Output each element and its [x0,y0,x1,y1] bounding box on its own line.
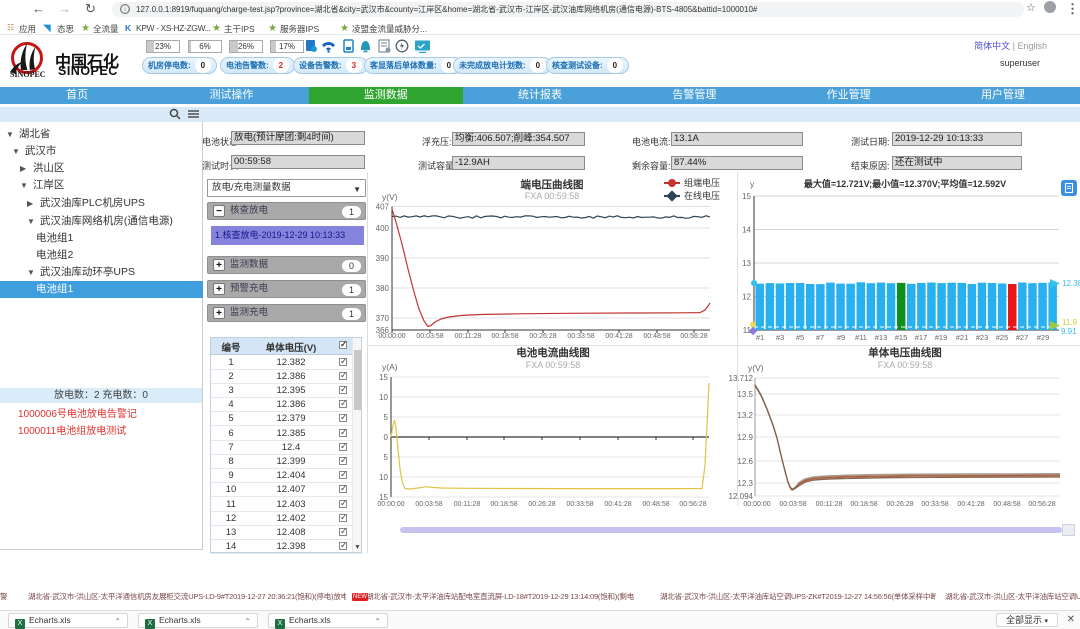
svg-text:最大值=12.721V;最小值=12.370V;平均值=12: 最大值=12.721V;最小值=12.370V;平均值=12.592V [804,178,1006,189]
svg-text:FXA 00:59:58: FXA 00:59:58 [878,360,933,370]
svg-text:5: 5 [384,413,389,422]
svg-text:10: 10 [379,473,388,482]
svg-text:00:56:28: 00:56:28 [679,501,706,508]
svg-text:0: 0 [384,433,389,442]
svg-text:00:11:28: 00:11:28 [816,501,843,508]
svg-text:380: 380 [376,284,390,293]
svg-text:#15: #15 [895,333,908,342]
svg-text:12.3: 12.3 [737,479,753,488]
svg-text:#29: #29 [1037,333,1050,342]
svg-text:407: 407 [376,203,390,212]
svg-text:FXA 00:59:58: FXA 00:59:58 [525,191,580,201]
svg-text:#23: #23 [976,333,989,342]
svg-text:00:18:58: 00:18:58 [491,333,518,340]
svg-text:00:00:00: 00:00:00 [743,501,770,508]
svg-text:在线电压: 在线电压 [684,190,720,201]
svg-text:#13: #13 [875,333,888,342]
svg-text:00:33:58: 00:33:58 [567,333,594,340]
svg-text:#17: #17 [915,333,928,342]
svg-text:00:03:58: 00:03:58 [415,501,442,508]
svg-text:00:48:58: 00:48:58 [642,501,669,508]
svg-text:00:41:28: 00:41:28 [604,501,631,508]
svg-text:#21: #21 [956,333,969,342]
svg-text:12.38: 12.38 [1062,279,1080,288]
svg-text:13.5: 13.5 [737,390,753,399]
svg-text:00:41:28: 00:41:28 [957,501,984,508]
svg-text:11.9: 11.9 [1062,318,1078,327]
svg-text:00:56:28: 00:56:28 [1028,501,1055,508]
svg-text:y(V): y(V) [748,363,764,373]
svg-text:电池电流曲线图: 电池电流曲线图 [516,346,590,359]
svg-text:00:48:58: 00:48:58 [993,501,1020,508]
svg-text:00:11:28: 00:11:28 [454,501,481,508]
svg-text:#1: #1 [756,333,764,342]
svg-text:9.91: 9.91 [1061,327,1077,336]
svg-text:400: 400 [376,224,390,233]
svg-text:00:18:58: 00:18:58 [850,501,877,508]
svg-text:00:33:58: 00:33:58 [921,501,948,508]
svg-text:y(V): y(V) [382,192,398,202]
svg-text:单体电压曲线图: 单体电压曲线图 [868,346,942,359]
svg-text:y: y [750,179,755,189]
svg-text:00:48:58: 00:48:58 [643,333,670,340]
svg-text:#9: #9 [837,333,845,342]
svg-text:00:56:28: 00:56:28 [680,333,707,340]
svg-text:12: 12 [742,293,751,302]
svg-text:#5: #5 [796,333,804,342]
svg-text:13: 13 [742,259,751,268]
svg-text:#3: #3 [776,333,784,342]
svg-text:#25: #25 [996,333,1009,342]
svg-text:15: 15 [379,373,388,382]
svg-text:组端电压: 组端电压 [684,177,720,188]
svg-text:#7: #7 [816,333,824,342]
svg-text:13.2: 13.2 [737,411,753,420]
svg-text:370: 370 [376,314,390,323]
svg-text:12.6: 12.6 [737,457,753,466]
svg-text:15: 15 [742,192,751,201]
svg-text:00:00:00: 00:00:00 [377,501,404,508]
svg-text:00:41:28: 00:41:28 [605,333,632,340]
svg-text:00:00:00: 00:00:00 [378,333,405,340]
svg-text:00:18:58: 00:18:58 [490,501,517,508]
svg-text:00:11:28: 00:11:28 [455,333,482,340]
svg-text:14: 14 [742,226,751,235]
svg-text:00:26:28: 00:26:28 [528,501,555,508]
svg-text:00:33:58: 00:33:58 [566,501,593,508]
svg-text:FXA 00:59:58: FXA 00:59:58 [526,360,581,370]
svg-text:5: 5 [384,453,389,462]
svg-text:00:26:28: 00:26:28 [886,501,913,508]
svg-text:390: 390 [376,254,390,263]
svg-text:12.094: 12.094 [729,492,754,501]
svg-text:10: 10 [379,393,388,402]
svg-text:12.9: 12.9 [737,433,753,442]
svg-text:00:26:28: 00:26:28 [529,333,556,340]
svg-text:y(A): y(A) [382,362,398,372]
svg-text:#19: #19 [935,333,948,342]
svg-text:端电压曲线图: 端电压曲线图 [521,178,584,191]
svg-text:00:03:58: 00:03:58 [779,501,806,508]
svg-text:00:03:58: 00:03:58 [416,333,443,340]
svg-text:SINOPEC: SINOPEC [10,70,46,79]
svg-text:#11: #11 [855,333,867,342]
svg-text:#27: #27 [1016,333,1029,342]
svg-text:13.712: 13.712 [729,374,754,383]
